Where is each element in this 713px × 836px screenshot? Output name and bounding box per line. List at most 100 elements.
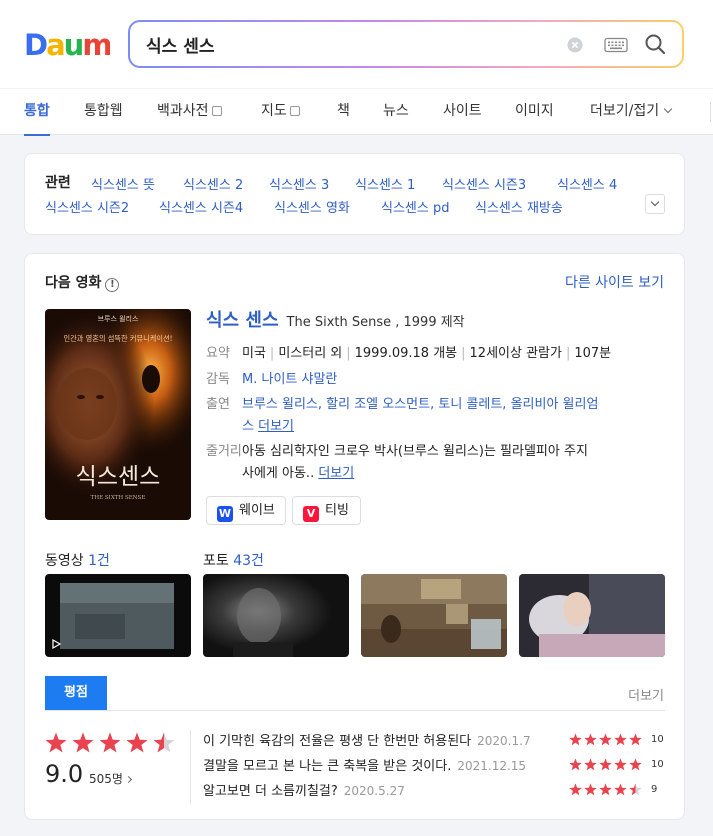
tab-web[interactable]: 통합웹: [84, 89, 123, 135]
director-link[interactable]: M. 나이트 샤말란: [242, 372, 337, 387]
rating-tab[interactable]: 평점: [45, 676, 107, 710]
review-date: 2020.5.27: [343, 784, 405, 798]
review-item[interactable]: 결말을 모르고 본 나는 큰 축복을 받은 것이다. 2021.12.15: [203, 755, 526, 774]
keyboard-icon[interactable]: [604, 37, 628, 53]
photo-label[interactable]: 포토 43건: [203, 550, 264, 570]
age-rating: 12세이상 관람가: [469, 346, 562, 361]
average-star-rating: [45, 732, 175, 753]
review-score: 9: [651, 784, 658, 795]
related-link[interactable]: 식스센스 pd: [381, 197, 449, 216]
tab-more-toggle[interactable]: 더보기/접기: [590, 89, 673, 135]
related-link[interactable]: 식스센스 시즌2: [45, 197, 129, 216]
tab-label: 더보기/접기: [590, 103, 660, 119]
rating-more-link[interactable]: 더보기: [628, 685, 664, 704]
related-link[interactable]: 식스센스 4: [557, 174, 617, 193]
star-icon: [569, 733, 582, 746]
movie-title-row: 식스 센스 The Sixth Sense , 1999 제작: [206, 306, 465, 332]
search-box: [128, 20, 684, 68]
divider: [190, 730, 191, 804]
tab-label: 통합: [24, 103, 50, 119]
chevron-right-icon: [124, 775, 132, 784]
svg-text:Daum: Daum: [24, 28, 110, 60]
movie-original-title: The Sixth Sense , 1999 제작: [286, 315, 465, 330]
other-site-link[interactable]: 다른 사이트 보기: [565, 272, 664, 292]
plot-text-cont: 사에게 아동..: [242, 466, 315, 481]
info-icon[interactable]: !: [105, 278, 120, 292]
video-label-text: 동영상: [45, 553, 84, 569]
divider: [45, 710, 665, 711]
related-link[interactable]: 식스센스 3: [269, 174, 329, 193]
review-item[interactable]: 알고보면 더 소름끼칠걸? 2020.5.27: [203, 780, 405, 799]
tab-news[interactable]: 뉴스: [383, 89, 409, 135]
tab-label: 뉴스: [383, 103, 409, 119]
wavve-button[interactable]: W 웨이브: [206, 496, 286, 525]
external-link-icon: [289, 106, 300, 116]
tab-integrated[interactable]: 통합: [24, 89, 50, 136]
review-star-rating: [569, 733, 642, 746]
photo-label-text: 포토: [203, 553, 229, 569]
tab-site[interactable]: 사이트: [443, 89, 482, 135]
director-row: 감독 M. 나이트 샤말란: [206, 369, 666, 391]
movie-title[interactable]: 식스 센스: [206, 310, 279, 331]
review-score: 10: [651, 759, 664, 770]
reviewer-count-link[interactable]: 505명: [89, 770, 132, 787]
related-link[interactable]: 식스센스 2: [183, 174, 243, 193]
tab-map[interactable]: 지도: [261, 89, 300, 135]
review-date: 2020.1.7: [477, 734, 531, 748]
photo-count: 43건: [233, 553, 264, 569]
search-icon[interactable]: [644, 33, 666, 55]
clear-icon[interactable]: [567, 37, 583, 53]
star-icon: [72, 732, 94, 753]
movie-poster[interactable]: 브루스 윌리스 인간과 영혼의 섬뜩한 커뮤니케이션! 식스센스 THE SIX…: [45, 309, 191, 520]
star-icon: [614, 733, 627, 746]
review-score: 10: [651, 734, 664, 745]
cast-more-link[interactable]: 더보기: [258, 419, 294, 434]
search-tabs: 통합 통합웹 백과사전 지도 책 뉴스 사이트 이미지 더보기/접기: [0, 88, 713, 136]
photo-thumbnail[interactable]: [361, 574, 507, 657]
poster-top-text: 브루스 윌리스: [98, 314, 139, 323]
search-input[interactable]: [146, 22, 546, 66]
plot-row: 줄거리 아동 심리학자인 크로우 박사(브루스 윌리스)는 필라델피아 주지 사…: [206, 441, 666, 485]
plot-more-link[interactable]: 더보기: [318, 466, 354, 481]
poster-tagline: 인간과 영혼의 섬뜩한 커뮤니케이션!: [64, 334, 173, 343]
related-link[interactable]: 식스센스 뜻: [91, 174, 155, 193]
tab-image[interactable]: 이미지: [515, 89, 554, 135]
related-link[interactable]: 식스센스 1: [355, 174, 415, 193]
video-thumbnail[interactable]: [45, 574, 191, 657]
cast-link-cont[interactable]: 스: [242, 419, 254, 434]
tving-icon: V: [303, 506, 319, 522]
tving-button[interactable]: V 티빙: [292, 496, 361, 525]
tab-encyclopedia[interactable]: 백과사전: [157, 89, 222, 135]
tab-label: 이미지: [515, 103, 554, 119]
cast-row: 출연 브루스 윌리스, 할리 조엘 오스먼트, 토니 콜레트, 올리비아 윌리엄…: [206, 394, 666, 438]
section-title: 다음 영화!: [45, 272, 120, 292]
photo-thumbnail[interactable]: [519, 574, 665, 657]
star-icon: [629, 733, 642, 746]
related-link[interactable]: 식스센스 시즌4: [159, 197, 243, 216]
director-label: 감독: [206, 372, 230, 387]
star-icon: [599, 733, 612, 746]
plot-text: 아동 심리학자인 크로우 박사(브루스 윌리스)는 필라델피아 주지: [242, 444, 588, 459]
expand-related-button[interactable]: [645, 194, 665, 214]
reviewer-count: 505명: [89, 772, 123, 786]
tab-book[interactable]: 책: [337, 89, 350, 135]
star-icon: [614, 758, 627, 771]
summary-row: 요약 미국 | 미스터리 외 | 1999.09.18 개봉 | 12세이상 관람가 | 107…: [206, 343, 666, 365]
review-item[interactable]: 이 기막힌 육감의 전율은 평생 단 한번만 허용된다 2020.1.7: [203, 730, 531, 749]
star-icon: [614, 783, 627, 796]
poster-subtitle: THE SIXTH SENSE: [91, 495, 146, 501]
daum-logo[interactable]: Daum: [24, 28, 110, 60]
review-text: 알고보면 더 소름끼칠걸?: [203, 784, 338, 799]
video-label[interactable]: 동영상 1건: [45, 550, 110, 570]
cast-link[interactable]: 브루스 윌리스, 할리 조엘 오스먼트, 토니 콜레트, 올리비아 윌리엄: [242, 397, 598, 412]
tab-label: 지도: [261, 103, 287, 119]
photo-thumbnail[interactable]: [203, 574, 349, 657]
plot-label: 줄거리: [206, 444, 242, 459]
star-icon: [99, 732, 121, 753]
review-date: 2021.12.15: [457, 759, 527, 773]
related-link[interactable]: 식스센스 영화: [274, 197, 350, 216]
genre: 미스터리 외: [278, 346, 343, 361]
related-link[interactable]: 식스센스 시즌3: [442, 174, 526, 193]
release-date: 1999.09.18 개봉: [354, 346, 458, 361]
related-link[interactable]: 식스센스 재방송: [475, 197, 563, 216]
